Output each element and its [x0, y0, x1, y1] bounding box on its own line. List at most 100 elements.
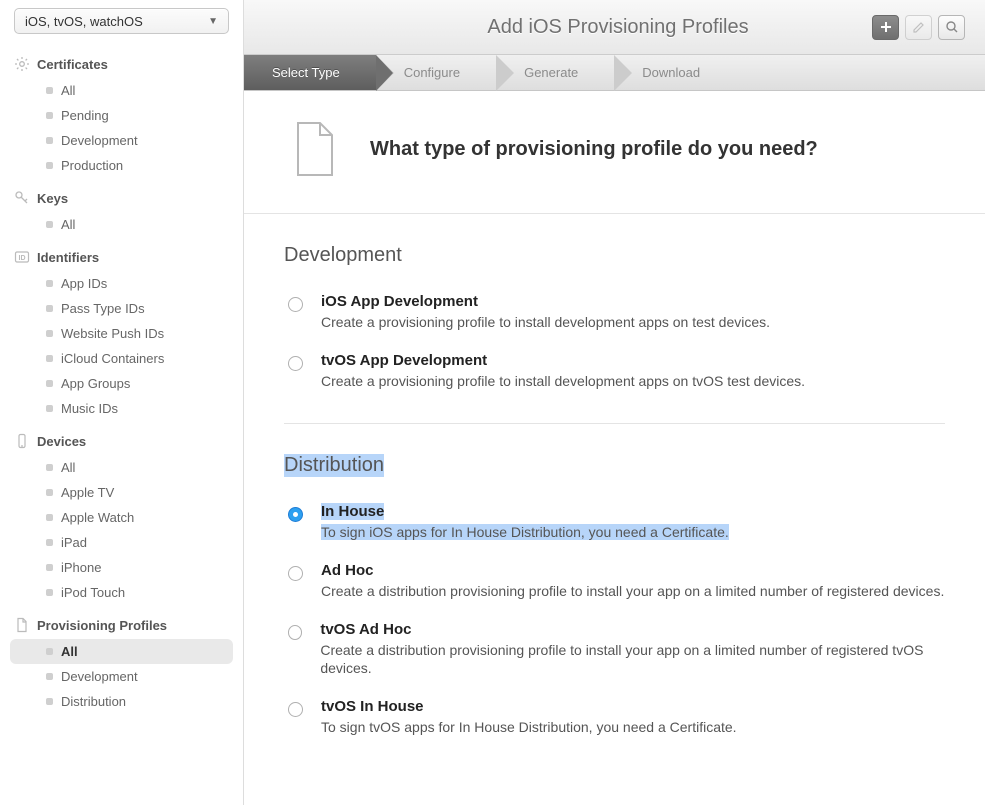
option-row[interactable]: tvOS App DevelopmentCreate a provisionin…: [244, 344, 985, 403]
bullet-icon: [46, 539, 53, 546]
sidebar-item[interactable]: Music IDs: [10, 396, 233, 421]
radio-button[interactable]: [288, 702, 303, 717]
bullet-icon: [46, 305, 53, 312]
sidebar-heading-identifiers[interactable]: ID Identifiers: [0, 245, 243, 269]
step-select-type[interactable]: Select Type: [244, 55, 376, 90]
step-label: Configure: [404, 65, 460, 80]
sidebar-item[interactable]: All: [10, 78, 233, 103]
main-panel: Add iOS Provisioning Profiles Select Typ…: [244, 0, 985, 805]
sidebar-item-label: Development: [61, 669, 138, 684]
group-title: Distribution: [284, 454, 384, 477]
sidebar-item[interactable]: Apple Watch: [10, 505, 233, 530]
platform-selector[interactable]: iOS, tvOS, watchOS ▼: [14, 8, 229, 34]
sidebar-item[interactable]: All: [10, 455, 233, 480]
sidebar-items-certificates: All Pending Development Production: [0, 78, 243, 178]
gear-icon: [14, 56, 30, 72]
option-title: tvOS Ad Hoc: [320, 621, 945, 638]
option-desc: Create a provisioning profile to install…: [321, 313, 770, 332]
sidebar-item[interactable]: Development: [10, 128, 233, 153]
step-download[interactable]: Download: [614, 55, 736, 90]
divider: [284, 423, 945, 424]
sidebar-item-label: App Groups: [61, 376, 130, 391]
sidebar-section-provisioning: Provisioning Profiles All Development Dist…: [0, 613, 243, 714]
sidebar-item[interactable]: All: [10, 212, 233, 237]
radio-button[interactable]: [288, 566, 303, 581]
sidebar-items-provisioning: All Development Distribution: [0, 639, 243, 714]
option-desc: Create a distribution provisioning profi…: [320, 641, 945, 679]
sidebar-item-label: iCloud Containers: [61, 351, 164, 366]
sidebar-item[interactable]: Development: [10, 664, 233, 689]
step-label: Generate: [524, 65, 578, 80]
bullet-icon: [46, 380, 53, 387]
option-row[interactable]: Ad HocCreate a distribution provisioning…: [244, 554, 985, 613]
svg-text:ID: ID: [19, 255, 26, 262]
step-configure[interactable]: Configure: [376, 55, 496, 90]
document-icon: [14, 617, 30, 633]
bullet-icon: [46, 162, 53, 169]
sidebar-item[interactable]: All: [10, 639, 233, 664]
sidebar-section-keys: Keys All: [0, 186, 243, 237]
chevron-down-icon: ▼: [208, 16, 218, 27]
option-row[interactable]: tvOS Ad Hoc Create a distribution provisi…: [244, 613, 985, 691]
bullet-icon: [46, 87, 53, 94]
radio-button[interactable]: [288, 625, 302, 640]
sidebar: iOS, tvOS, watchOS ▼ Certificates All Pen…: [0, 0, 244, 805]
titlebar: Add iOS Provisioning Profiles: [244, 0, 985, 55]
bullet-icon: [46, 589, 53, 596]
step-label: Download: [642, 65, 700, 80]
document-icon: [294, 121, 336, 177]
prompt-heading: What type of provisioning profile do you…: [370, 138, 818, 161]
radio-button[interactable]: [288, 297, 303, 312]
sidebar-item-label: Music IDs: [61, 401, 118, 416]
sidebar-item[interactable]: Apple TV: [10, 480, 233, 505]
sidebar-item[interactable]: App Groups: [10, 371, 233, 396]
sidebar-item[interactable]: Website Push IDs: [10, 321, 233, 346]
bullet-icon: [46, 405, 53, 412]
bullet-icon: [46, 464, 53, 471]
sidebar-item-label: Production: [61, 158, 123, 173]
sidebar-item[interactable]: iCloud Containers: [10, 346, 233, 371]
sidebar-item-label: Pending: [61, 108, 109, 123]
sidebar-heading-label: Provisioning Profiles: [37, 618, 167, 633]
sidebar-item-label: All: [61, 644, 78, 659]
sidebar-item[interactable]: iPod Touch: [10, 580, 233, 605]
sidebar-item-label: Distribution: [61, 694, 126, 709]
option-row[interactable]: In HouseTo sign iOS apps for In House Di…: [244, 495, 985, 554]
radio-button[interactable]: [288, 356, 303, 371]
sidebar-item[interactable]: Production: [10, 153, 233, 178]
sidebar-item[interactable]: iPad: [10, 530, 233, 555]
sidebar-item[interactable]: App IDs: [10, 271, 233, 296]
sidebar-item[interactable]: iPhone: [10, 555, 233, 580]
sidebar-item-label: iPod Touch: [61, 585, 125, 600]
device-icon: [14, 433, 30, 449]
add-button[interactable]: [872, 15, 899, 40]
platform-selector-label: iOS, tvOS, watchOS: [25, 14, 143, 29]
bullet-icon: [46, 221, 53, 228]
sidebar-item[interactable]: Pass Type IDs: [10, 296, 233, 321]
sidebar-heading-keys[interactable]: Keys: [0, 186, 243, 210]
sidebar-heading-provisioning[interactable]: Provisioning Profiles: [0, 613, 243, 637]
sidebar-heading-label: Identifiers: [37, 250, 99, 265]
option-desc: To sign iOS apps for In House Distributi…: [321, 523, 729, 542]
edit-button: [905, 15, 932, 40]
sidebar-item[interactable]: Distribution: [10, 689, 233, 714]
sidebar-heading-label: Devices: [37, 434, 86, 449]
title-actions: [872, 15, 965, 40]
bullet-icon: [46, 137, 53, 144]
sidebar-items-identifiers: App IDsPass Type IDs Website Push IDs iClo…: [0, 271, 243, 421]
sidebar-heading-devices[interactable]: Devices: [0, 429, 243, 453]
option-row[interactable]: iOS App Development Create a provisioning…: [244, 285, 985, 344]
sidebar-item-label: Apple Watch: [61, 510, 134, 525]
id-icon: ID: [14, 249, 30, 265]
search-button[interactable]: [938, 15, 965, 40]
sidebar-item[interactable]: Pending: [10, 103, 233, 128]
option-title: Ad Hoc: [321, 562, 944, 579]
option-title: tvOS In House: [321, 698, 737, 715]
sidebar-heading-certificates[interactable]: Certificates: [0, 52, 243, 76]
bullet-icon: [46, 514, 53, 521]
option-row[interactable]: tvOS In HouseTo sign tvOS apps for In Ho…: [244, 690, 985, 749]
option-title: iOS App Development: [321, 293, 770, 310]
radio-button[interactable]: [288, 507, 303, 522]
option-desc: Create a provisioning profile to install…: [321, 372, 805, 391]
sidebar-item-label: Website Push IDs: [61, 326, 164, 341]
